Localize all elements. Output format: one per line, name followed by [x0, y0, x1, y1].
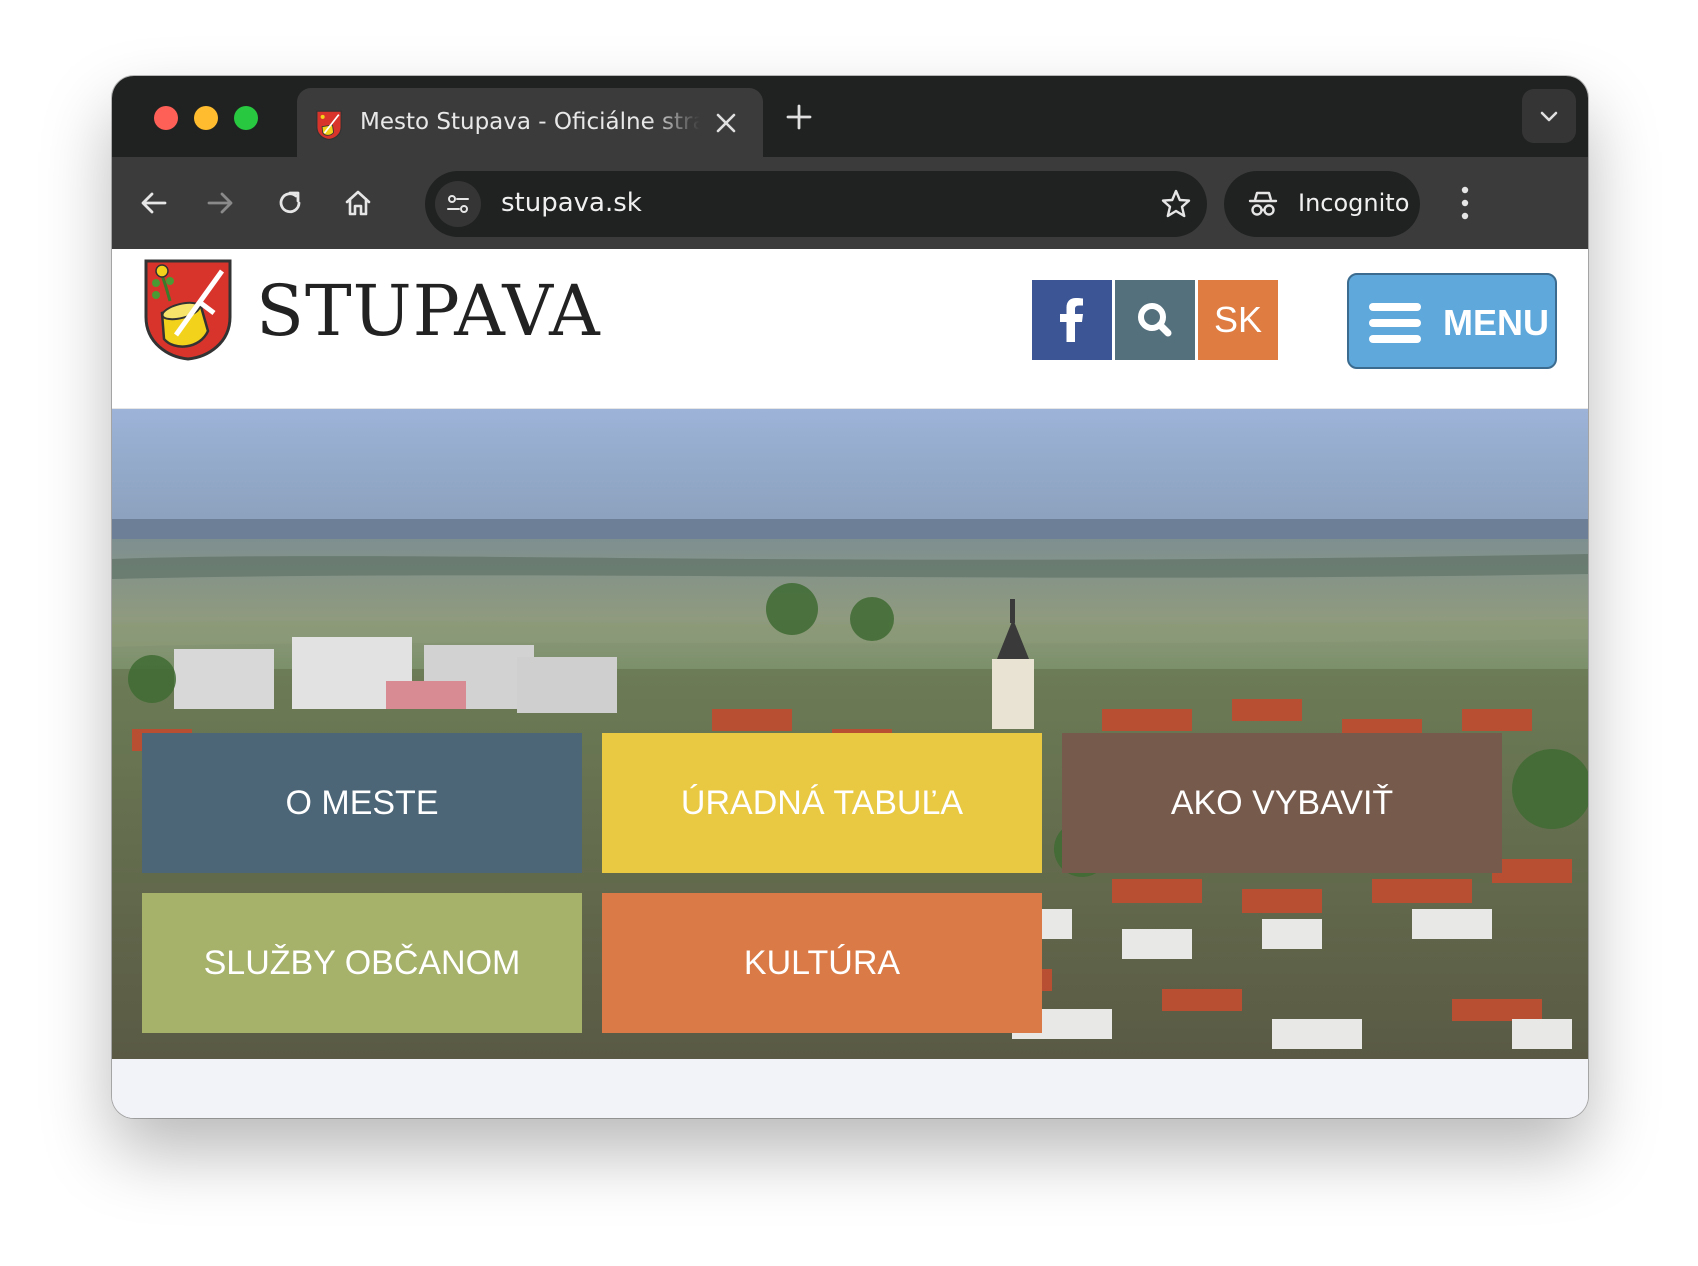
close-window-button[interactable]	[154, 106, 178, 130]
site-info-button[interactable]	[435, 181, 481, 227]
new-tab-icon[interactable]	[784, 102, 814, 132]
web-page: STUPAVA SK MENU O MESTE ÚRADNÁ TABUĽA AK…	[112, 249, 1588, 1118]
tile-ako-vybavit[interactable]: AKO VYBAVIŤ	[1062, 733, 1502, 873]
bookmark-star-icon[interactable]	[1160, 188, 1192, 220]
page-footer-strip	[112, 1059, 1588, 1118]
incognito-label: Incognito	[1298, 189, 1410, 217]
language-button[interactable]: SK	[1198, 280, 1278, 360]
address-bar[interactable]: stupava.sk	[425, 171, 1207, 237]
tune-icon	[447, 195, 469, 213]
tile-kultura[interactable]: KULTÚRA	[602, 893, 1042, 1033]
incognito-indicator[interactable]: Incognito	[1224, 171, 1420, 237]
menu-button[interactable]: MENU	[1347, 273, 1557, 369]
browser-toolbar: stupava.sk Incognito	[112, 157, 1588, 249]
minimize-window-button[interactable]	[194, 106, 218, 130]
tile-o-meste[interactable]: O MESTE	[142, 733, 582, 873]
site-header: STUPAVA SK MENU	[112, 249, 1588, 409]
tab-title: Mesto Stupava - Oficiálne stránky mesta	[360, 109, 700, 135]
forward-arrow-icon[interactable]	[204, 187, 236, 219]
hamburger-icon	[1369, 303, 1421, 343]
reload-icon[interactable]	[274, 187, 306, 219]
tile-sluzby-obcanom[interactable]: SLUŽBY OBČANOM	[142, 893, 582, 1033]
home-icon[interactable]	[342, 187, 374, 219]
chevron-down-icon	[1540, 111, 1558, 122]
search-icon	[1138, 303, 1172, 337]
more-options-icon[interactable]	[1460, 185, 1470, 221]
tab-strip: Mesto Stupava - Oficiálne stránky mesta	[112, 76, 1588, 157]
browser-window: Mesto Stupava - Oficiálne stránky mesta	[112, 76, 1588, 1118]
zoom-window-button[interactable]	[234, 106, 258, 130]
menu-label: MENU	[1443, 302, 1549, 343]
url-text[interactable]: stupava.sk	[501, 188, 642, 218]
site-logo-text[interactable]: STUPAVA	[256, 269, 601, 353]
tab-search-button[interactable]	[1522, 89, 1576, 143]
facebook-icon	[1060, 298, 1083, 342]
incognito-icon	[1248, 191, 1278, 216]
stupava-crest-logo-icon[interactable]	[142, 257, 234, 361]
facebook-button[interactable]	[1032, 280, 1112, 360]
back-arrow-icon[interactable]	[138, 187, 170, 219]
search-button[interactable]	[1115, 280, 1195, 360]
close-tab-icon[interactable]	[715, 112, 737, 134]
active-tab[interactable]: Mesto Stupava - Oficiálne stránky mesta	[297, 88, 763, 157]
tile-uradna-tabula[interactable]: ÚRADNÁ TABUĽA	[602, 733, 1042, 873]
hero-town-panorama-image: O MESTE ÚRADNÁ TABUĽA AKO VYBAVIŤ SLUŽBY…	[112, 409, 1588, 1059]
stupava-crest-favicon-icon	[316, 110, 342, 140]
